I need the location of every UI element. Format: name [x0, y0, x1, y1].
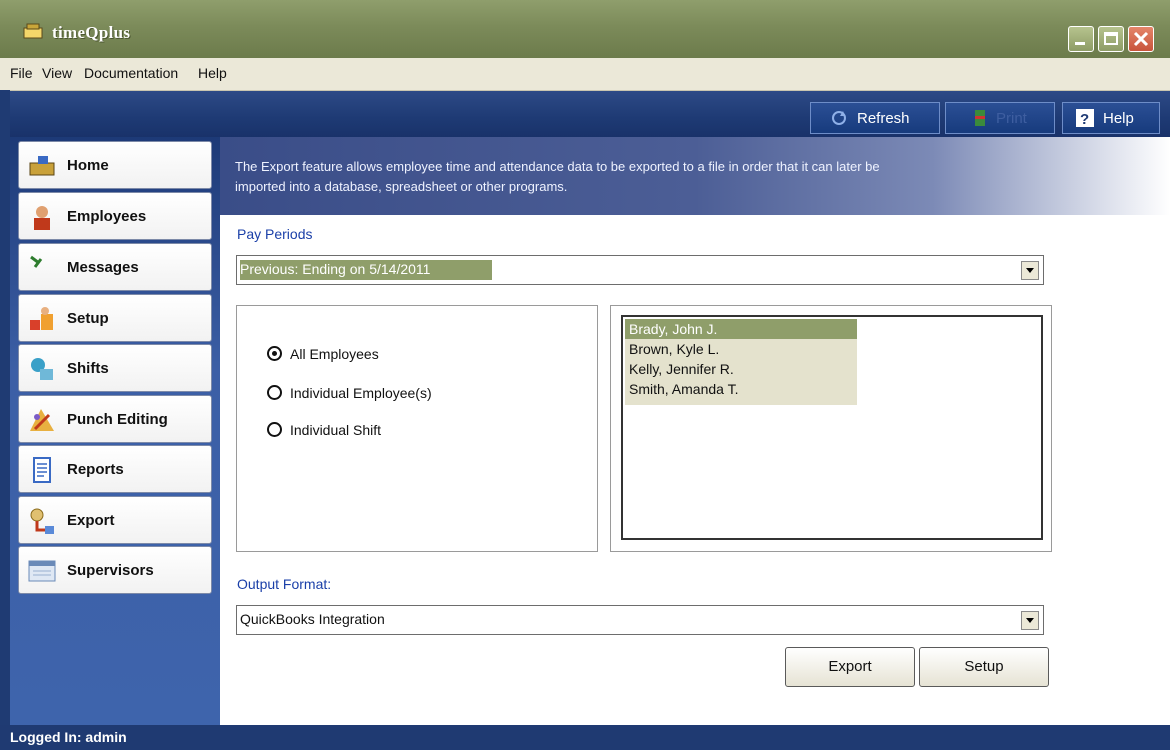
logged-in-status: Logged In: admin: [10, 729, 127, 745]
sidebar-item-supervisors[interactable]: Supervisors: [18, 546, 212, 594]
sidebar-label-messages: Messages: [67, 259, 139, 276]
list-item[interactable]: Brady, John J.: [625, 319, 857, 339]
employee-listbox[interactable]: Brady, John J. Brown, Kyle L. Kelly, Jen…: [621, 315, 1043, 540]
sidebar-item-setup[interactable]: Setup: [18, 294, 212, 342]
sidebar-label-setup: Setup: [67, 310, 109, 327]
menu-file[interactable]: File: [10, 65, 33, 81]
refresh-label: Refresh: [857, 109, 910, 127]
reports-icon: [33, 457, 51, 483]
sidebar-item-export[interactable]: Export: [18, 496, 212, 544]
menu-view[interactable]: View: [42, 65, 72, 81]
setup-button[interactable]: Setup: [919, 647, 1049, 687]
radio-all-employees[interactable]: All Employees: [267, 346, 379, 362]
sidebar-item-home[interactable]: Home: [18, 141, 212, 189]
sidebar-label-employees: Employees: [67, 208, 147, 225]
status-bar: Logged In: admin: [0, 725, 1170, 750]
sidebar-label-home: Home: [67, 157, 109, 174]
output-format-label: Output Format:: [237, 576, 332, 592]
chevron-down-icon[interactable]: [1021, 611, 1039, 630]
info-text: The Export feature allows employee time …: [235, 157, 1135, 197]
pay-periods-label: Pay Periods: [237, 226, 313, 242]
menu-help[interactable]: Help: [198, 65, 227, 81]
sidebar-label-supervisors: Supervisors: [67, 562, 154, 579]
export-icon: [30, 508, 54, 534]
output-format-select[interactable]: QuickBooks Integration: [236, 605, 1044, 635]
app-clock-icon: [23, 23, 43, 39]
employees-icon: [34, 206, 50, 230]
refresh-button[interactable]: Refresh: [810, 102, 940, 134]
setup-icon: [30, 307, 53, 330]
sidebar-item-reports[interactable]: Reports: [18, 445, 212, 493]
svg-text:?: ?: [1080, 111, 1089, 128]
close-button[interactable]: [1128, 26, 1154, 52]
list-item[interactable]: Kelly, Jennifer R.: [625, 359, 857, 379]
sidebar-item-employees[interactable]: Employees: [18, 192, 212, 240]
print-button[interactable]: Print: [945, 102, 1055, 134]
sidebar-item-shifts[interactable]: Shifts: [18, 344, 212, 392]
sidebar-label-export: Export: [67, 512, 115, 529]
home-icon: [29, 156, 55, 176]
radio-selected-icon: [267, 346, 282, 361]
print-label: Print: [996, 109, 1027, 127]
help-icon: ?: [1076, 109, 1094, 128]
list-item[interactable]: Brown, Kyle L.: [625, 339, 857, 359]
pay-period-select[interactable]: Previous: Ending on 5/14/2011: [236, 255, 1044, 285]
help-button[interactable]: ? Help: [1062, 102, 1160, 134]
radio-individual-employees[interactable]: Individual Employee(s): [267, 385, 432, 401]
radio-unselected-icon: [267, 422, 282, 437]
close-icon: [1133, 31, 1149, 47]
punch-editing-icon: [30, 409, 54, 431]
radio-label: All Employees: [290, 346, 379, 362]
radio-unselected-icon: [267, 385, 282, 400]
minimize-icon: [1075, 42, 1085, 45]
radio-label: Individual Employee(s): [290, 385, 432, 401]
radio-individual-shift[interactable]: Individual Shift: [267, 422, 381, 438]
window-title: timeQplus: [52, 23, 131, 42]
refresh-icon: [832, 111, 846, 125]
chevron-down-icon[interactable]: [1021, 261, 1039, 280]
export-button[interactable]: Export: [785, 647, 915, 687]
maximize-icon: [1104, 32, 1118, 45]
minimize-button[interactable]: [1068, 26, 1094, 52]
shifts-icon: [31, 358, 53, 380]
list-item[interactable]: Smith, Amanda T.: [625, 379, 857, 405]
title-bar: timeQplus: [0, 0, 1170, 58]
info-line-1: The Export feature allows employee time …: [235, 159, 880, 174]
left-frame: [0, 90, 10, 725]
info-line-2: imported into a database, spreadsheet or…: [235, 179, 568, 194]
pay-period-value: Previous: Ending on 5/14/2011: [240, 261, 431, 277]
maximize-button[interactable]: [1098, 26, 1124, 52]
toolbar: Refresh Print ? Help: [10, 91, 1170, 140]
menu-bar: File View Documentation Help: [0, 58, 1170, 91]
sidebar-item-messages[interactable]: Messages: [18, 243, 212, 291]
radio-label: Individual Shift: [290, 422, 382, 438]
sidebar-label-shifts: Shifts: [67, 360, 109, 377]
output-format-value: QuickBooks Integration: [240, 611, 385, 627]
help-label: Help: [1103, 109, 1134, 127]
sidebar-label-punch-editing: Punch Editing: [67, 411, 168, 428]
menu-documentation[interactable]: Documentation: [84, 65, 178, 81]
supervisors-icon: [28, 560, 56, 582]
print-icon: [975, 110, 985, 126]
sidebar-item-punch-editing[interactable]: Punch Editing: [18, 395, 212, 443]
messages-icon: [30, 255, 43, 268]
sidebar-label-reports: Reports: [67, 461, 124, 478]
